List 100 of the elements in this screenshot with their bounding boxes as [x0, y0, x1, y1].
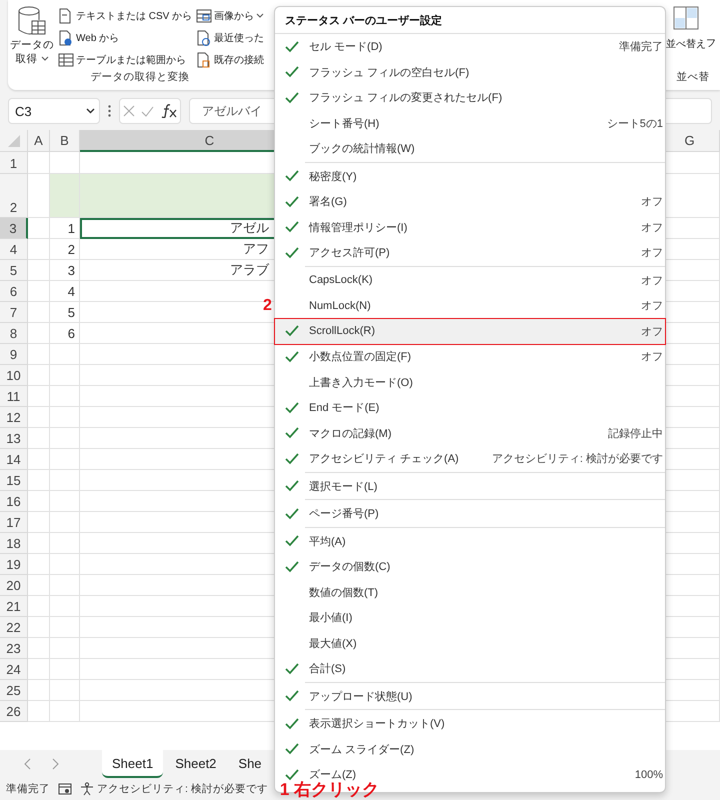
row-header[interactable]: 18: [0, 533, 28, 554]
accessibility-icon[interactable]: [80, 782, 94, 796]
table-cell: [28, 554, 50, 575]
table-cell: [28, 323, 50, 344]
row-header[interactable]: 3: [0, 218, 28, 239]
table-cell: [28, 449, 50, 470]
row-header[interactable]: 24: [0, 659, 28, 680]
ribbon-button[interactable]: 最近使った: [196, 28, 264, 48]
ribbon-button[interactable]: フ: [706, 36, 716, 70]
row-header[interactable]: 7: [0, 302, 28, 323]
document-icon: [196, 52, 212, 68]
more-icon[interactable]: [108, 105, 111, 117]
row-header[interactable]: 9: [0, 344, 28, 365]
accessibility-status[interactable]: アクセシビリティ: 検討が必要です: [97, 782, 268, 796]
table-cell: 5: [50, 302, 80, 323]
menu-item[interactable]: データの個数(C): [275, 554, 665, 580]
menu-item[interactable]: アクセシビリティ チェック(A) アクセシビリティ: 検討が必要です: [275, 446, 665, 472]
ribbon-button[interactable]: Web から: [58, 28, 192, 48]
menu-item[interactable]: ページ番号(P): [275, 501, 665, 526]
row-header[interactable]: 26: [0, 701, 28, 722]
row-header[interactable]: 5: [0, 260, 28, 281]
table-cell: [28, 512, 50, 533]
table-cell: [28, 491, 50, 512]
table-cell: [50, 344, 80, 365]
column-header[interactable]: B: [50, 130, 80, 152]
sort-button[interactable]: 並べ替え: [666, 0, 706, 70]
menu-item[interactable]: フラッシュ フィルの変更されたセル(F): [275, 85, 665, 110]
chevron-left-icon: [24, 758, 30, 770]
table-cell: [50, 554, 80, 575]
row-header[interactable]: 16: [0, 491, 28, 512]
menu-item[interactable]: 平均(A): [275, 528, 665, 554]
row-header[interactable]: 21: [0, 596, 28, 617]
menu-item[interactable]: 小数点位置の固定(F) オフ: [275, 344, 665, 370]
row-header[interactable]: 12: [0, 407, 28, 428]
ribbon-button[interactable]: テーブルまたは範囲から: [58, 50, 192, 70]
table-cell: [28, 218, 50, 239]
table-cell: [50, 365, 80, 386]
menu-item[interactable]: 最小値(I): [275, 605, 665, 630]
table-cell: 6: [50, 323, 80, 344]
image-icon: [196, 8, 212, 24]
menu-item[interactable]: 選択モード(L): [275, 474, 665, 499]
row-header[interactable]: 20: [0, 575, 28, 596]
menu-item[interactable]: 上書き入力モード(O): [275, 370, 665, 395]
row-header[interactable]: 19: [0, 554, 28, 575]
sheet-tab[interactable]: Sheet1: [102, 750, 164, 778]
select-all-corner[interactable]: [0, 130, 28, 152]
menu-item[interactable]: 合計(S): [275, 656, 665, 682]
menu-item[interactable]: 数値の個数(T): [275, 580, 665, 605]
table-cell: [28, 428, 50, 449]
sheet-tab[interactable]: She: [228, 750, 272, 778]
macro-record-icon[interactable]: [58, 783, 72, 795]
menu-item[interactable]: End モード(E): [275, 395, 665, 420]
row-header[interactable]: 13: [0, 428, 28, 449]
row-header[interactable]: 6: [0, 281, 28, 302]
column-header[interactable]: A: [28, 130, 50, 152]
group-label: データの取得と変換: [90, 70, 190, 84]
row-header[interactable]: 4: [0, 239, 28, 260]
ribbon-button[interactable]: 画像から: [196, 6, 264, 26]
name-box[interactable]: C3: [8, 98, 100, 124]
menu-item[interactable]: フラッシュ フィルの空白セル(F): [275, 60, 665, 85]
table-cell: [28, 302, 50, 323]
row-header[interactable]: 25: [0, 680, 28, 701]
sort-icon: [673, 6, 699, 30]
table-cell: [28, 365, 50, 386]
row-header[interactable]: 22: [0, 617, 28, 638]
table-cell: [28, 596, 50, 617]
table-cell: [50, 701, 80, 722]
table-cell: [50, 512, 80, 533]
get-data-button[interactable]: データの 取得: [10, 4, 54, 70]
table-cell: [50, 680, 80, 701]
menu-item[interactable]: セル モード(D) 準備完了: [275, 34, 665, 60]
sheet-tab[interactable]: Sheet2: [165, 750, 226, 778]
menu-item[interactable]: 最大値(X): [275, 630, 665, 656]
menu-item[interactable]: NumLock(N) オフ: [275, 293, 665, 318]
enter-icon[interactable]: [141, 106, 154, 116]
table-cell: [50, 428, 80, 449]
row-header[interactable]: 14: [0, 449, 28, 470]
table-cell: 3: [50, 260, 80, 281]
row-header[interactable]: 23: [0, 638, 28, 659]
function-icon[interactable]: [160, 104, 177, 118]
row-header[interactable]: 17: [0, 512, 28, 533]
ribbon-button[interactable]: 既存の接続: [196, 50, 264, 70]
menu-item[interactable]: 秘密度(Y): [275, 164, 665, 189]
menu-item[interactable]: アップロード状態(U): [275, 684, 665, 709]
ribbon-button[interactable]: テキストまたは CSV から: [58, 6, 192, 26]
cancel-icon[interactable]: [123, 105, 136, 117]
row-header[interactable]: 8: [0, 323, 28, 344]
row-header[interactable]: 15: [0, 470, 28, 491]
menu-item[interactable]: マクロの記録(M) 記録停止中: [275, 420, 665, 446]
table-cell: 2: [50, 239, 80, 260]
table-cell: [28, 239, 50, 260]
menu-item[interactable]: 署名(G) オフ: [275, 189, 665, 214]
menu-item[interactable]: 表示選択ショートカット(V): [275, 711, 665, 736]
row-header[interactable]: 10: [0, 365, 28, 386]
table-cell: [28, 281, 50, 302]
menu-item[interactable]: ズーム スライダー(Z): [275, 736, 665, 762]
row-header[interactable]: 1: [0, 152, 28, 174]
document-icon: [196, 30, 212, 46]
row-header[interactable]: 2: [0, 174, 28, 218]
row-header[interactable]: 11: [0, 386, 28, 407]
